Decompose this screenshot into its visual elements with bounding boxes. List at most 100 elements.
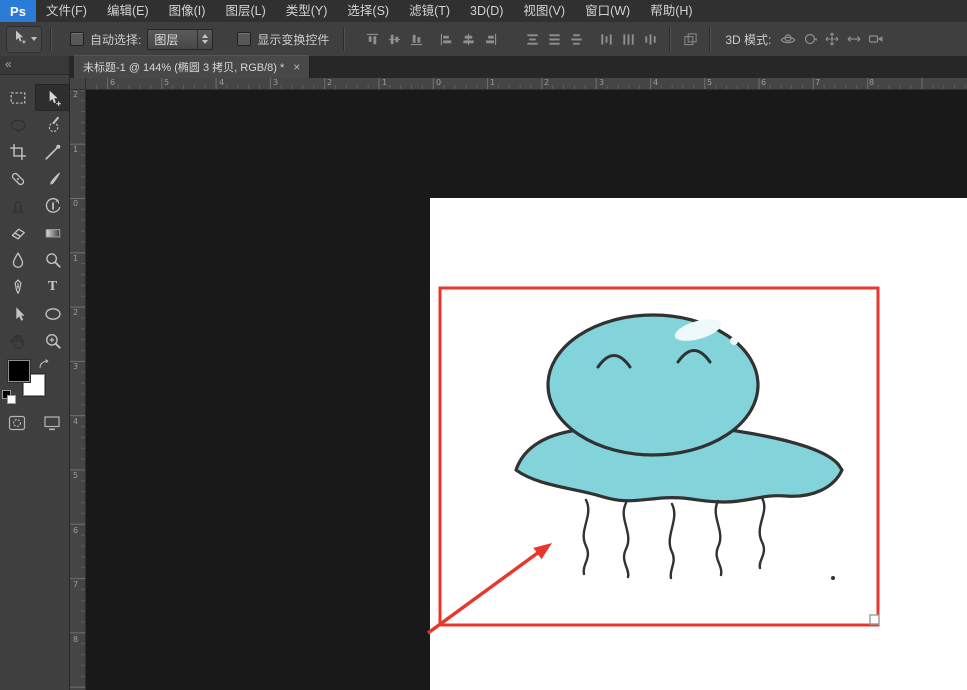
align-vertical-centers-button[interactable] xyxy=(383,29,405,49)
hand-tool[interactable] xyxy=(0,327,35,354)
tool-preset-picker[interactable] xyxy=(6,26,42,53)
distribute-right-button[interactable] xyxy=(639,29,661,49)
distribute-left-button[interactable] xyxy=(595,29,617,49)
align-left-button[interactable] xyxy=(435,29,457,49)
ruler-corner xyxy=(70,78,86,90)
ellipse-shape-tool[interactable] xyxy=(35,300,70,327)
foreground-color-swatch[interactable] xyxy=(8,360,30,382)
quick-selection-tool[interactable] xyxy=(35,111,70,138)
separator xyxy=(50,27,52,51)
move-tool[interactable] xyxy=(35,84,70,111)
menu-layer[interactable]: 图层(L) xyxy=(215,0,275,22)
ruler-number: 7 xyxy=(815,79,820,87)
align-horizontal-centers-button[interactable] xyxy=(457,29,479,49)
auto-align-layers-button[interactable] xyxy=(679,29,701,49)
pen-tool[interactable] xyxy=(0,273,35,300)
ruler-number: 6 xyxy=(110,79,115,87)
ruler-number: 2 xyxy=(73,309,78,317)
toolbar-collapse-button[interactable]: « xyxy=(0,56,69,75)
blur-tool[interactable] xyxy=(0,246,35,273)
menu-file[interactable]: 文件(F) xyxy=(36,0,97,22)
align-bottom-button[interactable] xyxy=(405,29,427,49)
rectangular-marquee-tool[interactable] xyxy=(0,84,35,111)
3d-rotate-button[interactable] xyxy=(777,29,799,49)
path-selection-tool[interactable] xyxy=(0,300,35,327)
ruler-number: 5 xyxy=(164,79,169,87)
3d-slide-button[interactable] xyxy=(843,29,865,49)
menu-bar: Ps 文件(F) 编辑(E) 图像(I) 图层(L) 类型(Y) 选择(S) 滤… xyxy=(0,0,967,23)
ruler-number: 1 xyxy=(73,146,78,154)
ruler-number: 2 xyxy=(73,91,78,99)
document-tab[interactable]: 未标题-1 @ 144% (椭圆 3 拷贝, RGB/8) * × xyxy=(74,55,310,78)
jellyfish-dome xyxy=(548,315,758,455)
ruler-number: 3 xyxy=(599,79,604,87)
document-tab-bar: 未标题-1 @ 144% (椭圆 3 拷贝, RGB/8) * × xyxy=(70,56,967,78)
ruler-number: 8 xyxy=(73,636,78,644)
vertical-ruler: 2 1 0 1 2 3 4 5 6 7 8 xyxy=(70,90,86,690)
ruler-number: 7 xyxy=(73,581,78,589)
horizontal-ruler: 6 5 4 3 2 1 0 1 2 3 4 5 6 7 8 xyxy=(86,78,967,90)
ruler-number: 4 xyxy=(653,79,658,87)
jellyfish-highlight-small xyxy=(730,337,738,345)
spot-healing-tool[interactable] xyxy=(0,165,35,192)
menu-filter[interactable]: 滤镜(T) xyxy=(399,0,460,22)
history-brush-tool[interactable] xyxy=(35,192,70,219)
gradient-tool[interactable] xyxy=(35,219,70,246)
canvas-area[interactable] xyxy=(86,90,967,690)
logo-text: Ps xyxy=(10,4,26,19)
auto-select-label: 自动选择: xyxy=(90,31,141,48)
menu-view[interactable]: 视图(V) xyxy=(513,0,575,22)
menu-image[interactable]: 图像(I) xyxy=(159,0,216,22)
chevron-down-icon xyxy=(31,37,37,41)
mode-3d-label: 3D 模式: xyxy=(725,31,771,48)
separator xyxy=(709,27,711,51)
menu-edit[interactable]: 编辑(E) xyxy=(97,0,159,22)
ruler-number: 1 xyxy=(382,79,387,87)
menu-help[interactable]: 帮助(H) xyxy=(640,0,702,22)
panel-bottom-icons xyxy=(0,414,69,437)
transform-handle[interactable] xyxy=(870,615,879,624)
3d-zoom-button[interactable] xyxy=(865,29,887,49)
auto-select-checkbox[interactable] xyxy=(70,32,84,46)
3d-roll-button[interactable] xyxy=(799,29,821,49)
type-tool-icon: T xyxy=(48,279,57,295)
distribute-bottom-button[interactable] xyxy=(565,29,587,49)
show-transform-checkbox[interactable] xyxy=(237,32,251,46)
ruler-number: 5 xyxy=(707,79,712,87)
ruler-number: 0 xyxy=(73,200,78,208)
tab-close-button[interactable]: × xyxy=(293,61,300,73)
ink-dot xyxy=(831,576,835,580)
align-top-button[interactable] xyxy=(361,29,383,49)
screen-mode-button[interactable] xyxy=(42,414,62,437)
crop-tool[interactable] xyxy=(0,138,35,165)
3d-pan-button[interactable] xyxy=(821,29,843,49)
tools-panel: « T xyxy=(0,56,70,690)
menu-window[interactable]: 窗口(W) xyxy=(575,0,640,22)
brush-tool[interactable] xyxy=(35,165,70,192)
eyedropper-tool[interactable] xyxy=(35,138,70,165)
zoom-tool[interactable] xyxy=(35,327,70,354)
quick-mask-button[interactable] xyxy=(7,414,27,437)
distribute-top-button[interactable] xyxy=(521,29,543,49)
eraser-tool[interactable] xyxy=(0,219,35,246)
ruler-number: 6 xyxy=(73,527,78,535)
separator xyxy=(343,27,345,51)
dropdown-value: 图层 xyxy=(154,31,178,48)
show-transform-label: 显示变换控件 xyxy=(257,31,329,48)
type-tool[interactable]: T xyxy=(35,273,70,300)
auto-select-target-dropdown[interactable]: 图层 xyxy=(147,29,213,50)
default-colors-icon[interactable] xyxy=(2,390,16,404)
menu-3d[interactable]: 3D(D) xyxy=(460,0,513,22)
align-right-button[interactable] xyxy=(479,29,501,49)
distribute-vertical-centers-button[interactable] xyxy=(543,29,565,49)
ruler-number: 5 xyxy=(73,472,78,480)
ruler-number: 4 xyxy=(219,79,224,87)
menu-type[interactable]: 类型(Y) xyxy=(276,0,338,22)
distribute-horizontal-centers-button[interactable] xyxy=(617,29,639,49)
document-title: 未标题-1 @ 144% (椭圆 3 拷贝, RGB/8) * xyxy=(83,59,284,75)
ruler-number: 6 xyxy=(761,79,766,87)
clone-stamp-tool[interactable] xyxy=(0,192,35,219)
dodge-tool[interactable] xyxy=(35,246,70,273)
lasso-tool[interactable] xyxy=(0,111,35,138)
menu-select[interactable]: 选择(S) xyxy=(337,0,399,22)
